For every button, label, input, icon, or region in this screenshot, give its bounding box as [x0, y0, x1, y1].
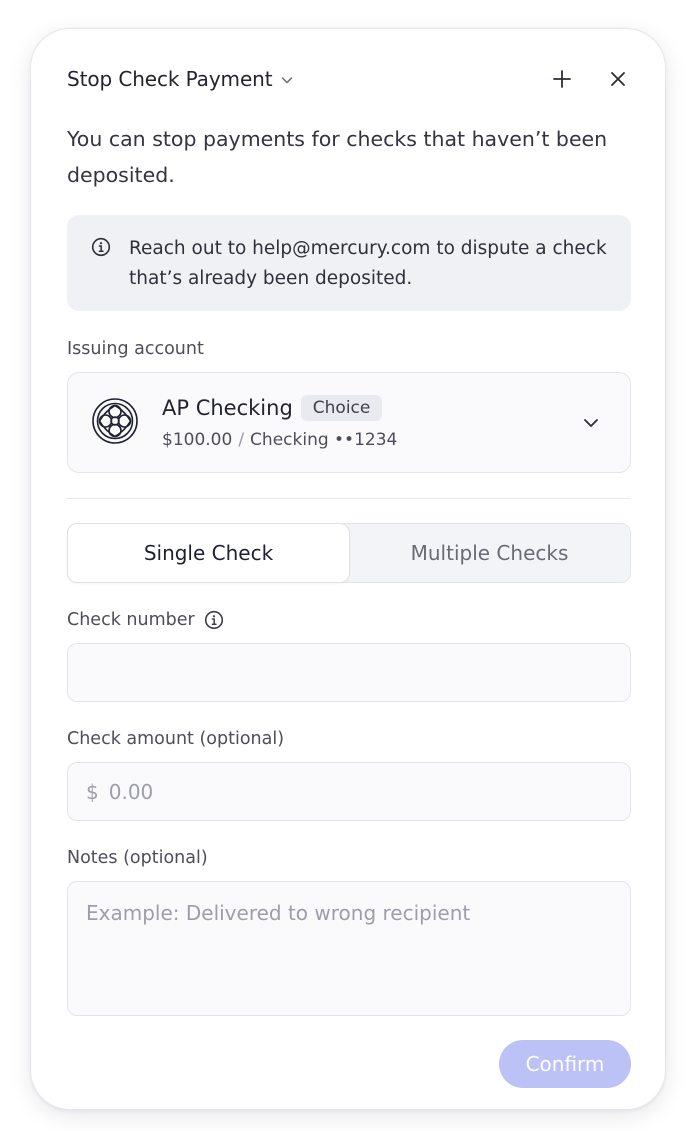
panel-header: Stop Check Payment [67, 65, 629, 93]
banner-text: Reach out to help@mercury.com to dispute… [129, 238, 607, 289]
check-number-label: Check number [67, 610, 195, 630]
title-dropdown[interactable]: Stop Check Payment [67, 67, 294, 91]
ornamental-logo-icon [92, 398, 138, 444]
tab-multiple-checks[interactable]: Multiple Checks [349, 524, 630, 582]
notes-label: Notes (optional) [67, 848, 208, 868]
info-icon [91, 237, 111, 257]
account-details: $100.00/Checking ••1234 [162, 430, 397, 450]
header-actions [551, 68, 629, 90]
issuing-account-select[interactable]: AP Checking Choice $100.00/Checking ••12… [67, 372, 631, 473]
panel-title: Stop Check Payment [67, 67, 273, 91]
check-amount-label: Check amount (optional) [67, 729, 285, 749]
issuing-account-label: Issuing account [67, 339, 204, 359]
info-icon[interactable] [204, 610, 224, 630]
check-number-input[interactable] [67, 643, 631, 702]
plus-icon [553, 70, 571, 88]
account-badge: Choice [300, 395, 383, 421]
close-icon [611, 72, 625, 86]
account-type-mask: Checking ••1234 [250, 430, 398, 450]
chevron-down-icon [584, 419, 598, 427]
account-balance: $100.00 [162, 430, 233, 450]
dispute-info-banner: Reach out to help@mercury.com to dispute… [67, 215, 631, 311]
check-number-label-row: Check number [67, 610, 224, 630]
confirm-button[interactable]: Confirm [499, 1040, 631, 1088]
account-separator: / [238, 430, 245, 450]
account-name: AP Checking [162, 396, 293, 420]
chevron-down-icon [282, 77, 293, 84]
notes-textarea[interactable] [67, 881, 631, 1016]
currency-symbol: $ [86, 779, 99, 804]
check-mode-tabs: Single Check Multiple Checks [67, 523, 631, 583]
check-amount-input[interactable] [108, 763, 630, 820]
description-text: You can stop payments for checks that ha… [67, 127, 608, 187]
tab-single-check[interactable]: Single Check [68, 524, 349, 582]
add-button[interactable] [551, 68, 573, 90]
close-button[interactable] [607, 68, 629, 90]
section-divider [67, 498, 631, 499]
account-name-row: AP Checking Choice [162, 395, 383, 421]
check-amount-field[interactable]: $ [67, 762, 631, 821]
stop-check-payment-panel: Stop Check Payment You can stop payments… [30, 28, 666, 1110]
